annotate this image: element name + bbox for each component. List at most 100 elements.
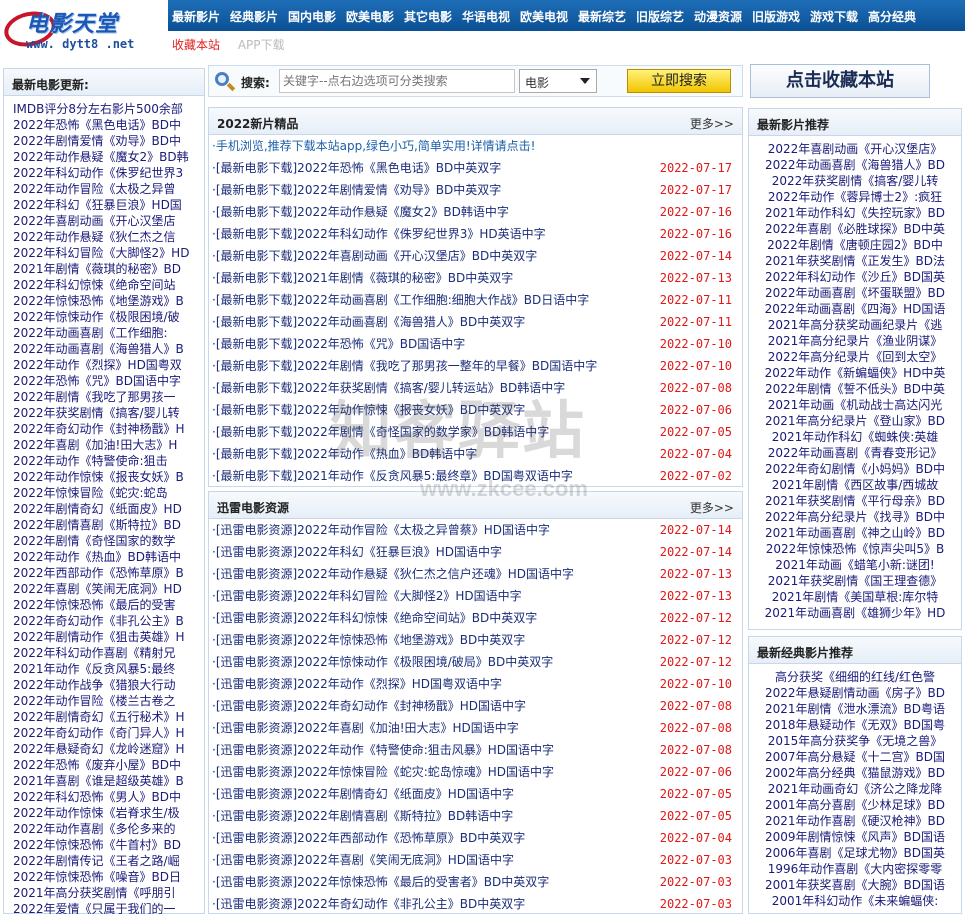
movie-link[interactable]: 2022年惊悚恐怖《噪音》BD日 bbox=[13, 870, 181, 884]
movie-link[interactable]: ·[迅雷电影资源]2022年惊悚动作《极限困境/破局》BD中英双字 bbox=[212, 655, 553, 669]
movie-link[interactable]: 2001年高分喜剧《少林足球》BD bbox=[765, 798, 945, 812]
movie-link[interactable]: 2021年动画《蜡笔小新:谜团! bbox=[775, 558, 934, 572]
movie-link[interactable]: 2022年动画喜剧《海兽猎人》B bbox=[13, 342, 184, 356]
movie-link[interactable]: 2021年高分纪录片《渔业阴谋》 bbox=[768, 334, 943, 348]
movie-link[interactable]: 2021年剧情《西区故事/西城故 bbox=[772, 478, 939, 492]
movie-link[interactable]: 2021年动画奇幻《济公之降龙降 bbox=[768, 782, 943, 796]
movie-link[interactable]: 2022年获奖剧情《搞客/婴儿转 bbox=[13, 406, 180, 420]
movie-link[interactable]: 2022年科幻惊悚《绝命空间站 bbox=[13, 278, 176, 292]
movie-link[interactable]: 2022年动作悬疑《魔女2》BD韩 bbox=[13, 150, 189, 164]
movie-link[interactable]: ·[最新电影下载]2022年喜剧动画《开心汉堡店》BD中英双字 bbox=[212, 249, 537, 263]
movie-link[interactable]: 2022年动作冒险《太极之异曾 bbox=[13, 182, 176, 196]
movie-link[interactable]: 2022年奇幻动作《非孔公主》B bbox=[13, 614, 184, 628]
movie-link[interactable]: 2021年喜剧《谁是超级英雄》B bbox=[13, 774, 184, 788]
movie-link[interactable]: ·[迅雷电影资源]2022年西部动作《恐怖草原》BD中英双字 bbox=[212, 831, 525, 845]
movie-link[interactable]: 2022年动画喜剧《工作细胞: bbox=[13, 326, 168, 340]
movie-link[interactable]: 2022年动作《烈探》HD国粤双 bbox=[13, 358, 182, 372]
movie-link[interactable]: ·[最新电影下载]2022年剧情爱情《劝导》BD中英双字 bbox=[212, 183, 501, 197]
nav-item-anime[interactable]: 动漫资源 bbox=[694, 8, 742, 25]
movie-link[interactable]: 2022年科幻动作《沙丘》BD国英 bbox=[765, 270, 945, 284]
movie-link[interactable]: 2006年喜剧《足球尤物》BD国英 bbox=[765, 846, 945, 860]
nav-item-western-tv[interactable]: 欧美电视 bbox=[520, 8, 568, 25]
movie-link[interactable]: ·[最新电影下载]2021年动作《反贪风暴5:最终章》BD国粤双语中字 bbox=[212, 469, 573, 483]
movie-link[interactable]: 2022年恐怖《废弃小屋》BD中 bbox=[13, 758, 181, 772]
movie-link[interactable]: 2021年动作科幻《蜘蛛侠:英雄 bbox=[772, 430, 939, 444]
movie-link[interactable]: 2022年动作惊悚《岩脊求生/极 bbox=[13, 806, 180, 820]
movie-link[interactable]: ·[最新电影下载]2022年剧情《我吃了那男孩一整年的早餐》BD国语中字 bbox=[212, 359, 597, 373]
movie-link[interactable]: 2022年动画喜剧《四海》HD国语 bbox=[765, 302, 946, 316]
movie-link[interactable]: 2021年获奖剧情《国王理查德》 bbox=[768, 574, 943, 588]
movie-link[interactable]: 2022年高分纪录片《回到太空》 bbox=[768, 350, 943, 364]
movie-link[interactable]: 2021年动作《反贪风暴5:最终 bbox=[13, 662, 175, 676]
movie-link[interactable]: 2022年获奖剧情《搞客/婴儿转 bbox=[772, 174, 939, 188]
movie-link[interactable]: ·[迅雷电影资源]2022年动作《烈探》HD国粤双语中字 bbox=[212, 677, 502, 691]
movie-link[interactable]: 2022年爱情《只属于我们的一 bbox=[13, 902, 176, 914]
movie-link[interactable]: ·[最新电影下载]2022年动画喜剧《工作细胞:细胞大作战》BD日语中字 bbox=[212, 293, 589, 307]
movie-link[interactable]: ·[最新电影下载]2022年动作惊悚《报丧女妖》BD中英双字 bbox=[212, 403, 525, 417]
movie-link[interactable]: 2022年动画喜剧《坏蛋联盟》BD bbox=[765, 286, 945, 300]
movie-link[interactable]: ·[迅雷电影资源]2022年科幻冒险《大脚怪2》HD国语中字 bbox=[212, 589, 522, 603]
movie-link[interactable]: 2021年高分获奖动画纪录片《逃 bbox=[768, 318, 943, 332]
movie-link[interactable]: ·[迅雷电影资源]2022年动作悬疑《狄仁杰之信户还魂》HD国语中字 bbox=[212, 567, 574, 581]
movie-link[interactable]: 2022年恐怖《黑色电话》BD中 bbox=[13, 118, 181, 132]
movie-link[interactable]: 2022年恐怖《咒》BD国语中字 bbox=[13, 374, 181, 388]
movie-link[interactable]: 2022年动作战争《猎狼大行动 bbox=[13, 678, 176, 692]
nav-item-other[interactable]: 其它电影 bbox=[404, 8, 452, 25]
movie-link[interactable]: ·[迅雷电影资源]2022年喜剧《加油!田大志》HD国语中字 bbox=[212, 721, 519, 735]
movie-link[interactable]: 2021年获奖剧情《平行母亲》BD bbox=[765, 494, 945, 508]
nav-item-old-games[interactable]: 旧版游戏 bbox=[752, 8, 800, 25]
bookmark-button[interactable]: 点击收藏本站 bbox=[750, 64, 930, 98]
movie-link[interactable]: 2022年动作惊悚《报丧女妖》B bbox=[13, 470, 184, 484]
movie-link[interactable]: 2022年动作《蓉异博士2》:疯狂 bbox=[768, 190, 942, 204]
movie-link[interactable]: 高分获奖《细细的红线/红色警 bbox=[775, 670, 935, 684]
movie-link[interactable]: 2022年剧情奇幻《纸面皮》HD bbox=[13, 502, 182, 516]
movie-link[interactable]: 2009年剧情惊悚《风声》BD国语 bbox=[765, 830, 945, 844]
movie-link[interactable]: ·[迅雷电影资源]2022年动作冒险《太极之异曾蔡》HD国语中字 bbox=[212, 523, 550, 537]
site-logo[interactable]: 电影天堂 www. dytt8 .net bbox=[1, 4, 164, 54]
movie-link[interactable]: 2022年剧情动作《狙击英雄》H bbox=[13, 630, 185, 644]
nav-item-western[interactable]: 欧美电影 bbox=[346, 8, 394, 25]
movie-link[interactable]: ·[迅雷电影资源]2022年奇幻动作《封神杨戬》HD国语中字 bbox=[212, 699, 526, 713]
movie-link[interactable]: 2022年西部动作《恐怖草原》B bbox=[13, 566, 184, 580]
movie-link[interactable]: 2001年科幻动作《未来蝙蝠侠: bbox=[772, 894, 939, 908]
movie-link[interactable]: 2022年动作悬疑《狄仁杰之信 bbox=[13, 230, 176, 244]
movie-link[interactable]: IMDB评分8分左右影片500余部 bbox=[13, 102, 183, 116]
movie-link[interactable]: 2022年喜剧《笑闹无底洞》HD bbox=[13, 582, 182, 596]
movie-link[interactable]: 2022年剧情《誓不低头》BD中英 bbox=[765, 382, 945, 396]
movie-link[interactable]: 2022年剧情《我吃了那男孩一 bbox=[13, 390, 176, 404]
movie-link[interactable]: 2022年悬疑剧情动画《房子》BD bbox=[765, 686, 945, 700]
movie-link[interactable]: ·[最新电影下载]2022年获奖剧情《搞客/婴儿转运站》BD韩语中字 bbox=[212, 381, 565, 395]
movie-link[interactable]: 2022年剧情《奇怪国家的数学 bbox=[13, 534, 176, 548]
thunder-resources-more-link[interactable]: 更多>> bbox=[690, 499, 734, 516]
nav-item-domestic[interactable]: 国内电影 bbox=[288, 8, 336, 25]
movie-link[interactable]: 2022年科幻动作喜剧《精射兄 bbox=[13, 646, 176, 660]
movie-link[interactable]: 2021年动画《机动战士高达闪光 bbox=[768, 398, 943, 412]
nav-item-games[interactable]: 游戏下载 bbox=[810, 8, 858, 25]
movie-link[interactable]: 2022年喜剧动画《开心汉堡店 bbox=[13, 214, 176, 228]
movie-link[interactable]: 2022年科幻恐怖《男人》BD中 bbox=[13, 790, 181, 804]
movie-link[interactable]: 2022年惊悚动作《极限困境/破 bbox=[13, 310, 180, 324]
movie-link[interactable]: 2021年获奖剧情《正发生》BD法 bbox=[765, 254, 945, 268]
movie-link[interactable]: 2022年剧情传记《王者之路/崛 bbox=[13, 854, 180, 868]
movie-link[interactable]: ·[迅雷电影资源]2022年惊悚冒险《蛇灾:蛇岛惊魂》HD国语中字 bbox=[212, 765, 554, 779]
movie-link[interactable]: 2021年剧情《薇琪的秘密》BD bbox=[13, 262, 181, 276]
movie-link[interactable]: ·[最新电影下载]2022年恐怖《黑色电话》BD中英双字 bbox=[212, 161, 501, 175]
movie-link[interactable]: 2021年动画喜剧《雄狮少年》HD bbox=[765, 606, 946, 620]
bookmark-link[interactable]: 收藏本站 bbox=[172, 38, 220, 52]
movie-link[interactable]: 2022年惊悚恐怖《最后的受害 bbox=[13, 598, 176, 612]
movie-link[interactable]: 2021年高分获奖剧情《呼朋引 bbox=[13, 886, 176, 900]
app-promo-link[interactable]: ·手机浏览,推荐下载本站app,绿色小巧,简单实用!详情请点击! bbox=[212, 139, 535, 153]
movie-link[interactable]: 2022年科幻动作《侏罗纪世界3 bbox=[13, 166, 183, 180]
movie-link[interactable]: 2021年动作喜剧《硬汉枪神》BD bbox=[765, 814, 945, 828]
movie-link[interactable]: 2022年动画喜剧《青春变形记》 bbox=[768, 446, 943, 460]
movie-link[interactable]: ·[迅雷电影资源]2022年剧情奇幻《纸面皮》HD国语中字 bbox=[212, 787, 514, 801]
movie-link[interactable]: 2022年科幻冒险《大脚怪2》HD bbox=[13, 246, 189, 260]
movie-link[interactable]: ·[最新电影下载]2022年剧情《奇怪国家的数学家》BD韩语中字 bbox=[212, 425, 549, 439]
movie-link[interactable]: ·[迅雷电影资源]2022年剧情喜剧《斯特拉》BD韩语中字 bbox=[212, 809, 513, 823]
movie-link[interactable]: 1996年动作喜剧《大内密探零零 bbox=[768, 862, 943, 876]
movie-link[interactable]: ·[最新电影下载]2022年动作悬疑《魔女2》BD韩语中字 bbox=[212, 205, 509, 219]
movie-link[interactable]: ·[最新电影下载]2022年科幻动作《侏罗纪世界3》HD英语中字 bbox=[212, 227, 546, 241]
movie-link[interactable]: 2022年动作《特警使命:狙击 bbox=[13, 454, 168, 468]
movie-link[interactable]: 2022年动画喜剧《海兽猎人》BD bbox=[765, 158, 945, 172]
app-download-link[interactable]: APP下载 bbox=[238, 38, 285, 52]
